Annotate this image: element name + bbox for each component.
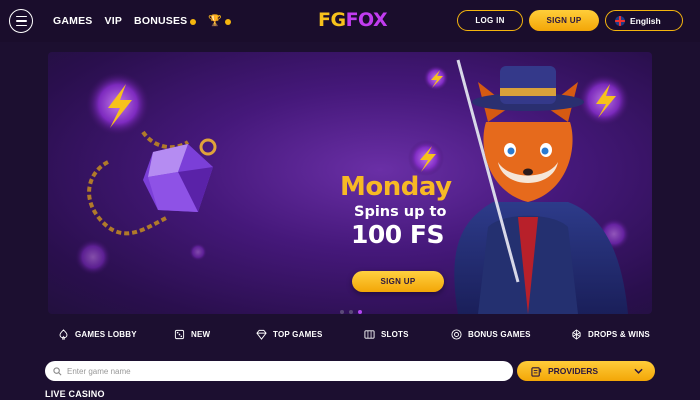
logo-part-fox: FOX xyxy=(345,9,388,31)
lightning-orb-icon xyxy=(578,74,630,126)
providers-label: PROVIDERS xyxy=(548,366,599,376)
category-label: SLOTS xyxy=(381,330,409,339)
chevron-down-icon xyxy=(634,368,643,374)
promo-title: Monday xyxy=(340,172,452,202)
nav-item-bonuses[interactable]: BONUSES xyxy=(134,14,197,27)
nav-item-bonuses-label: BONUSES xyxy=(134,14,188,27)
bonuses-badge xyxy=(190,18,197,25)
pager-dot-active[interactable] xyxy=(358,310,362,314)
banner-signup-button[interactable]: SIGN UP xyxy=(352,271,444,292)
language-label: English xyxy=(630,15,661,26)
spade-icon xyxy=(59,329,68,340)
lightning-orb-icon xyxy=(423,65,449,91)
pager-dot[interactable] xyxy=(340,310,344,314)
category-label: DROPS & WINS xyxy=(588,330,650,339)
category-drops-wins[interactable]: DROPS & WINS xyxy=(571,329,650,340)
trophy-icon: 🏆 xyxy=(208,15,223,27)
category-label: BONUS GAMES xyxy=(468,330,531,339)
tournaments-badge xyxy=(225,18,232,25)
slot-machine-icon xyxy=(531,366,542,377)
nav-item-games[interactable]: GAMES xyxy=(53,15,93,27)
search-input[interactable] xyxy=(67,366,487,376)
banner-pager xyxy=(340,310,362,314)
signup-button[interactable]: SIGN UP xyxy=(529,10,599,31)
category-label: GAMES LOBBY xyxy=(75,330,137,339)
lightning-orb-icon xyxy=(86,72,150,136)
hamburger-menu-icon[interactable] xyxy=(9,9,33,33)
login-button[interactable]: LOG IN xyxy=(457,10,523,31)
category-new[interactable]: NEW xyxy=(174,329,210,340)
providers-dropdown[interactable]: PROVIDERS xyxy=(517,361,655,381)
site-logo[interactable]: FGFOX xyxy=(318,9,388,31)
game-search[interactable] xyxy=(45,361,513,381)
dice-icon xyxy=(174,329,185,340)
main-nav: GAMES VIP BONUSES 🏆 xyxy=(53,14,232,27)
category-label: TOP GAMES xyxy=(273,330,323,339)
nav-item-games-label: GAMES xyxy=(53,14,93,27)
promo-banner[interactable]: Monday Spins up to 100 FS SIGN UP xyxy=(48,52,652,314)
diamond-icon xyxy=(256,329,267,340)
uk-flag-icon xyxy=(615,15,625,26)
slots-icon xyxy=(364,330,375,339)
logo-part-fg: FG xyxy=(318,9,346,31)
language-selector[interactable]: English xyxy=(605,10,683,31)
chip-icon xyxy=(451,329,462,340)
category-nav: GAMES LOBBY NEW TOP GAMES SLOTS BONUS GA… xyxy=(0,329,700,345)
pager-dot[interactable] xyxy=(349,310,353,314)
top-header: GAMES VIP BONUSES 🏆 FGFOX LOG IN SIGN UP… xyxy=(0,0,700,42)
purple-gem-icon xyxy=(143,138,217,212)
nav-item-vip-label: VIP xyxy=(104,14,123,27)
category-games-lobby[interactable]: GAMES LOBBY xyxy=(58,329,137,340)
category-top-games[interactable]: TOP GAMES xyxy=(256,329,323,340)
search-icon xyxy=(53,366,62,375)
gem-icon xyxy=(572,329,581,340)
category-label: NEW xyxy=(191,330,211,339)
category-slots[interactable]: SLOTS xyxy=(364,329,409,340)
lightning-orb-icon xyxy=(408,140,444,176)
promo-subtitle: Spins up to xyxy=(354,204,447,220)
nav-item-tournaments[interactable]: 🏆 xyxy=(208,14,232,27)
section-title-live-casino: LIVE CASINO xyxy=(45,389,105,399)
promo-amount: 100 FS xyxy=(351,220,444,249)
category-bonus-games[interactable]: BONUS GAMES xyxy=(451,329,531,340)
nav-item-vip[interactable]: VIP xyxy=(105,15,123,27)
